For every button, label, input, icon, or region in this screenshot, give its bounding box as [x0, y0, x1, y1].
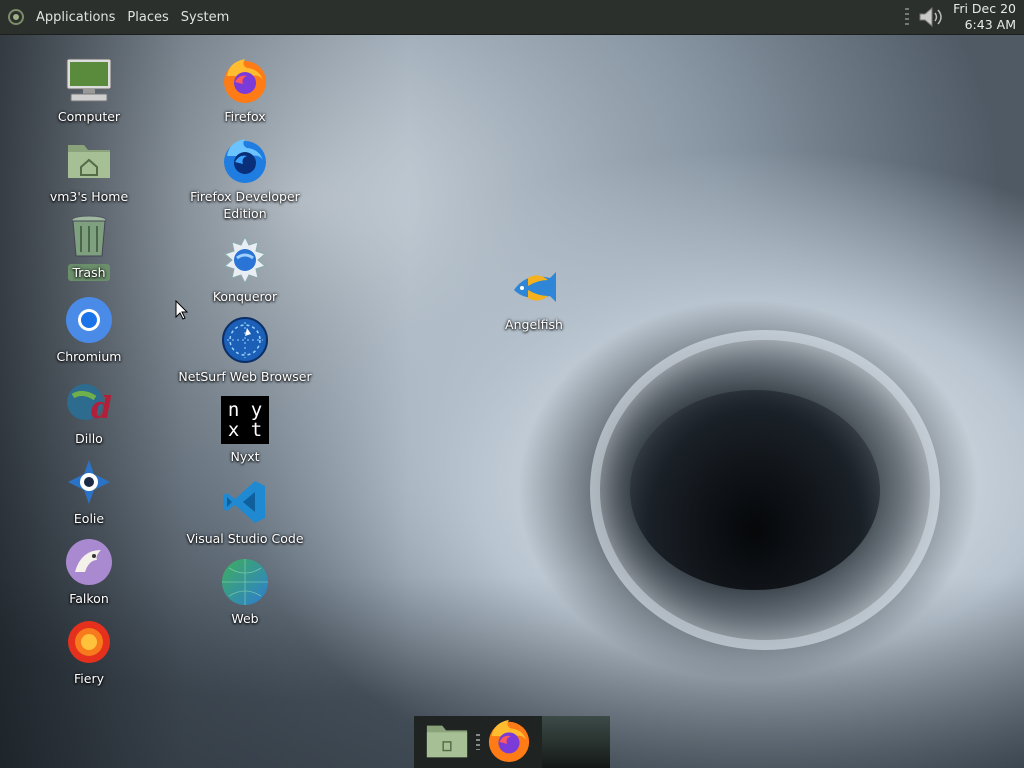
desktop-icon-firefox[interactable]: Firefox — [170, 56, 320, 125]
angelfish-icon — [510, 264, 558, 312]
dillo-icon: d — [65, 378, 113, 426]
desktop-icon-label: Dillo — [75, 431, 103, 446]
desktop-icon-trash[interactable]: Trash — [14, 212, 164, 281]
desktop-icon-fiery[interactable]: Fiery — [14, 618, 164, 687]
konqueror-icon — [221, 236, 269, 284]
desktop-icon-label: Computer — [57, 109, 121, 124]
desktop-icon-label: Chromium — [56, 349, 122, 364]
dock-firefox-icon[interactable] — [486, 717, 532, 767]
nyxt-glyph-top: n y — [227, 399, 263, 421]
desktop-icon-computer[interactable]: Computer — [14, 56, 164, 125]
desktop-icon-label: Angelfish — [505, 317, 563, 332]
firefox-icon — [221, 56, 269, 104]
desktop-icon-konqueror[interactable]: Konqueror — [170, 236, 320, 305]
top-panel: Applications Places System Fri Dec 20 6:… — [0, 0, 1024, 35]
falkon-icon — [65, 538, 113, 586]
trash-icon — [65, 212, 113, 260]
desktop-icon-label: Nyxt — [230, 449, 260, 464]
dock-grip[interactable] — [476, 734, 480, 750]
desktop-icon-label: Trash — [14, 264, 164, 281]
desktop-icon-label: Firefox — [224, 109, 266, 124]
firefox-developer-icon — [221, 136, 269, 184]
desktop-icon-label: NetSurf Web Browser — [178, 369, 312, 384]
desktop-icon-eolie[interactable]: Eolie — [14, 458, 164, 527]
nyxt-glyph-bottom: x t — [227, 419, 263, 441]
desktop-icon-netsurf[interactable]: NetSurf Web Browser — [170, 316, 320, 385]
clock-time: 6:43 AM — [964, 17, 1016, 32]
desktop-icon-dillo[interactable]: d Dillo — [14, 378, 164, 447]
desktop-icon-label: Firefox Developer Edition — [190, 189, 300, 221]
volume-icon[interactable] — [917, 5, 945, 29]
svg-text:d: d — [91, 391, 112, 426]
chromium-icon — [65, 296, 113, 344]
mouse-cursor-icon — [175, 300, 189, 320]
panel-grip[interactable] — [905, 8, 910, 26]
desktop-icon-falkon[interactable]: Falkon — [14, 538, 164, 607]
desktop-icon-web[interactable]: Web — [170, 558, 320, 627]
desktop-icon-angelfish[interactable]: Angelfish — [459, 264, 609, 333]
desktop-icon-label: Konqueror — [212, 289, 278, 304]
menu-logo-icon[interactable] — [8, 9, 24, 25]
file-manager-icon[interactable] — [424, 717, 470, 767]
desktop-icon-nyxt[interactable]: n y x t Nyxt — [170, 396, 320, 465]
nyxt-icon: n y x t — [221, 396, 269, 444]
clock-date: Fri Dec 20 — [953, 1, 1016, 16]
trash-label: Trash — [68, 264, 110, 281]
panel-tray: Fri Dec 20 6:43 AM — [905, 0, 1016, 34]
clock[interactable]: Fri Dec 20 6:43 AM — [953, 1, 1016, 33]
wallpaper-splash-center — [630, 390, 880, 590]
menu-places[interactable]: Places — [121, 10, 174, 25]
computer-icon — [65, 56, 113, 104]
fiery-icon — [65, 618, 113, 666]
menu-system[interactable]: System — [175, 10, 235, 25]
home-folder-icon — [65, 136, 113, 184]
desktop-icon-firefox-developer[interactable]: Firefox Developer Edition — [170, 136, 320, 222]
bottom-dock — [414, 716, 610, 768]
desktop-icon-label: Web — [231, 611, 259, 626]
desktop-icon-label: Visual Studio Code — [186, 531, 304, 546]
vscode-icon — [221, 478, 269, 526]
web-icon — [221, 558, 269, 606]
desktop-icon-label: Eolie — [73, 511, 105, 526]
eolie-icon — [65, 458, 113, 506]
desktop-icon-chromium[interactable]: Chromium — [14, 296, 164, 365]
desktop-icon-label: Fiery — [74, 671, 104, 686]
desktop-icon-label: vm3's Home — [49, 189, 129, 204]
netsurf-icon — [221, 316, 269, 364]
desktop-icon-vscode[interactable]: Visual Studio Code — [170, 478, 320, 547]
desktop-icon-home[interactable]: vm3's Home — [14, 136, 164, 205]
desktop-icon-label: Falkon — [69, 591, 109, 606]
menu-applications[interactable]: Applications — [30, 10, 121, 25]
workspace-switcher[interactable] — [541, 716, 610, 768]
